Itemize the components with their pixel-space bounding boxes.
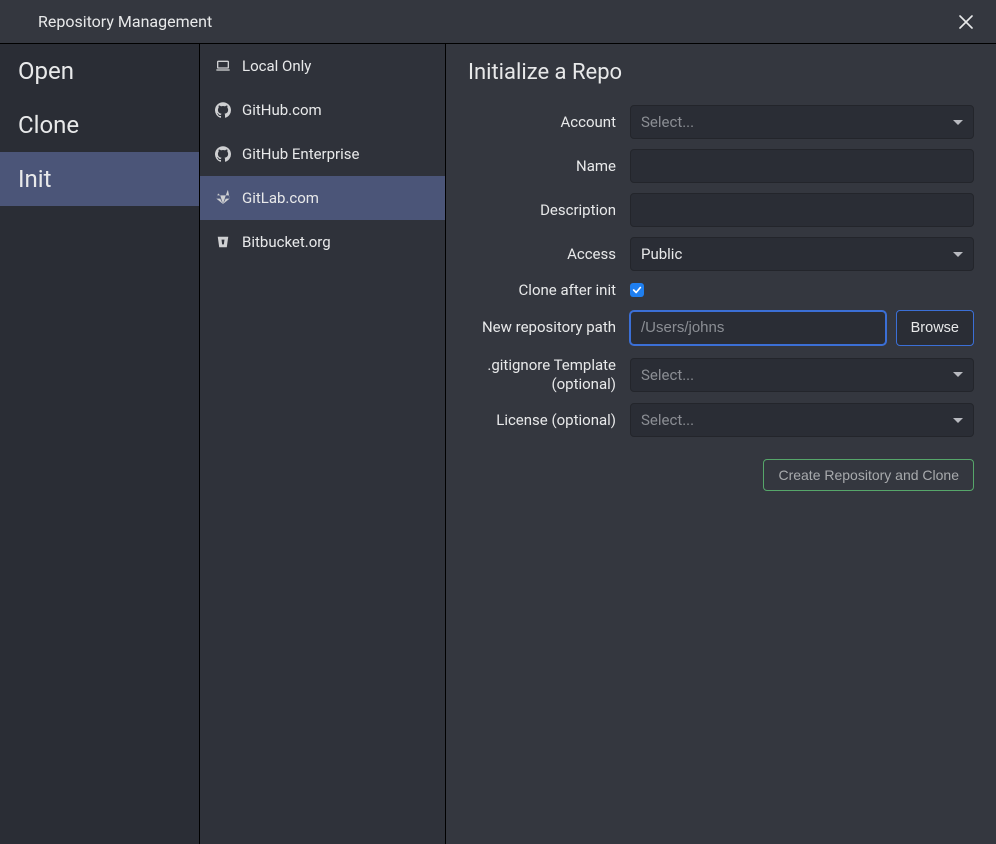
provider-label: GitHub Enterprise (242, 145, 360, 163)
github-icon (214, 145, 232, 163)
label-access: Access (468, 245, 616, 264)
chevron-down-icon (953, 372, 963, 377)
provider-bitbucket[interactable]: Bitbucket.org (200, 220, 445, 264)
submit-row: Create Repository and Clone (468, 459, 974, 491)
bitbucket-icon (214, 233, 232, 251)
titlebar: Repository Management (0, 0, 996, 44)
provider-label: GitHub.com (242, 101, 322, 119)
tab-clone[interactable]: Clone (0, 98, 199, 152)
provider-github[interactable]: GitHub.com (200, 88, 445, 132)
label-clone-after: Clone after init (468, 281, 616, 300)
row-name: Name (468, 149, 974, 183)
clone-after-checkbox[interactable] (630, 283, 644, 297)
create-repo-button[interactable]: Create Repository and Clone (763, 459, 974, 491)
main-layout: Open Clone Init Local Only GitHub.com Gi… (0, 44, 996, 844)
license-select[interactable]: Select... (630, 403, 974, 437)
window-title: Repository Management (38, 12, 212, 31)
provider-label: Bitbucket.org (242, 233, 331, 251)
label-gitignore: .gitignore Template (optional) (468, 356, 616, 394)
close-button[interactable] (952, 8, 980, 36)
chevron-down-icon (953, 252, 963, 257)
row-repo-path: New repository path Browse (468, 310, 974, 346)
label-description: Description (468, 201, 616, 220)
label-name: Name (468, 157, 616, 176)
account-select-value: Select... (641, 113, 694, 131)
gitignore-select-value: Select... (641, 366, 694, 384)
label-license: License (optional) (468, 411, 616, 430)
name-input[interactable] (630, 149, 974, 183)
provider-github-enterprise[interactable]: GitHub Enterprise (200, 132, 445, 176)
label-account: Account (468, 113, 616, 132)
repo-path-input[interactable] (630, 311, 886, 345)
browse-button[interactable]: Browse (896, 310, 974, 346)
description-input[interactable] (630, 193, 974, 227)
row-description: Description (468, 193, 974, 227)
form: Account Select... Name Description (468, 105, 974, 491)
access-select[interactable]: Public (630, 237, 974, 271)
access-select-value: Public (641, 245, 682, 263)
license-select-value: Select... (641, 411, 694, 429)
panel-heading: Initialize a Repo (468, 60, 974, 85)
close-icon (959, 15, 973, 29)
provider-list: Local Only GitHub.com GitHub Enterprise … (200, 44, 446, 844)
provider-label: Local Only (242, 57, 311, 75)
row-access: Access Public (468, 237, 974, 271)
gitignore-select[interactable]: Select... (630, 358, 974, 392)
provider-gitlab[interactable]: GitLab.com (200, 176, 445, 220)
row-account: Account Select... (468, 105, 974, 139)
laptop-icon (214, 57, 232, 75)
check-icon (632, 285, 642, 295)
provider-local[interactable]: Local Only (200, 44, 445, 88)
tab-open[interactable]: Open (0, 44, 199, 98)
label-repo-path: New repository path (468, 318, 616, 337)
github-icon (214, 101, 232, 119)
row-license: License (optional) Select... (468, 403, 974, 437)
provider-label: GitLab.com (242, 189, 319, 207)
account-select[interactable]: Select... (630, 105, 974, 139)
chevron-down-icon (953, 120, 963, 125)
left-nav: Open Clone Init (0, 44, 200, 844)
row-gitignore: .gitignore Template (optional) Select... (468, 356, 974, 394)
tab-init[interactable]: Init (0, 152, 199, 206)
chevron-down-icon (953, 418, 963, 423)
row-clone-after: Clone after init (468, 281, 974, 300)
gitlab-icon (214, 189, 232, 207)
content-panel: Initialize a Repo Account Select... Name (446, 44, 996, 844)
